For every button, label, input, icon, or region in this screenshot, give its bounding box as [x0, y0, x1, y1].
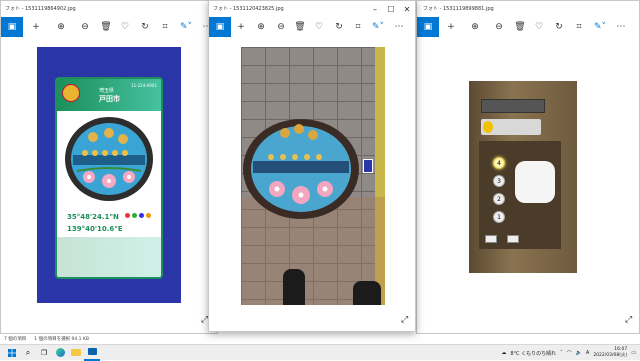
- manhole-card: 11-224-A001 埼玉県 戸田市 35°48'24.1"N 139°40'…: [55, 77, 163, 279]
- weather-info[interactable]: 8°C くもりのち晴れ: [510, 350, 556, 357]
- clock[interactable]: 16:07 2022/03/08(火): [593, 347, 627, 359]
- explorer-status-bar: 7 個の項目 1 個の項目を選択 94.1 KB: [0, 334, 89, 344]
- window-title: フォト - 1531119899881.jpg: [423, 6, 494, 12]
- photo-elevator-panel: 4 3 2 1: [469, 81, 577, 273]
- favorite-icon[interactable]: ♡: [529, 17, 549, 37]
- door-open-icon: [485, 235, 497, 243]
- floor-button-3[interactable]: 3: [493, 175, 505, 187]
- fullscreen-icon[interactable]: ⤢: [625, 315, 632, 325]
- view-icon[interactable]: ▣: [209, 17, 231, 37]
- clock-date: 2022/03/08(火): [593, 353, 628, 358]
- notifications-icon[interactable]: ▭: [631, 350, 636, 356]
- card-latitude: 35°48'24.1"N: [67, 213, 119, 221]
- minimize-icon[interactable]: –: [367, 1, 383, 17]
- zoom-out-icon[interactable]: ⊖: [271, 17, 291, 37]
- delete-icon[interactable]: 🗑: [511, 17, 529, 37]
- photo-manhole-card: 11-224-A001 埼玉県 戸田市 35°48'24.1"N 139°40'…: [37, 47, 181, 303]
- zoom-in-icon[interactable]: ⊕: [251, 17, 271, 37]
- ime-indicator[interactable]: A: [586, 350, 589, 356]
- title-bar[interactable]: フォト - 1531120423825.jpg – ☐ ✕: [209, 1, 415, 17]
- taskbar: ⌕ ❐ ☁ 8°C くもりのち晴れ ˄ ⌒ 🔈 A 16:07 2022/03/…: [0, 344, 640, 361]
- close-icon[interactable]: ✕: [399, 1, 415, 17]
- zoom-out-icon[interactable]: ⊖: [73, 17, 97, 37]
- zoom-in-icon[interactable]: ⊕: [463, 17, 487, 37]
- toolbar: ▣ + ⊕ ⊖ 🗑 ♡ ↻ ⌗ ✎˅ ⋯: [417, 17, 639, 37]
- delete-icon[interactable]: 🗑: [291, 17, 309, 37]
- card-code: 11-224-A001: [131, 83, 157, 88]
- fullscreen-icon[interactable]: ⤢: [401, 315, 408, 325]
- edit-icon[interactable]: ✎˅: [589, 17, 611, 37]
- window-title: フォト - 1531119864902.jpg: [5, 6, 76, 12]
- manhole-card-small: [363, 159, 373, 173]
- floor-button-1[interactable]: 1: [493, 211, 505, 223]
- toolbar: ▣ + ⊕ ⊖ 🗑 ♡ ↻ ⌗ ✎˅ ⋯: [1, 17, 217, 37]
- photos-window-left[interactable]: フォト - 1531119864902.jpg ▣ + ⊕ ⊖ 🗑 ♡ ↻ ⌗ …: [0, 0, 218, 334]
- card-city: 戸田市: [99, 95, 120, 103]
- manhole-cover-image: [243, 119, 359, 219]
- windows-start-icon[interactable]: [4, 345, 20, 361]
- maximize-icon[interactable]: ☐: [383, 1, 399, 17]
- city-emblem-icon: [62, 84, 80, 102]
- shoe-left: [283, 269, 305, 305]
- system-tray: ☁ 8°C くもりのち晴れ ˄ ⌒ 🔈 A 16:07 2022/03/08(火…: [501, 345, 636, 361]
- photos-window-center[interactable]: フォト - 1531120423825.jpg – ☐ ✕ ▣ + ⊕ ⊖ 🗑 …: [208, 0, 416, 332]
- door-close-icon: [507, 235, 519, 243]
- crop-icon[interactable]: ⌗: [155, 17, 175, 37]
- view-icon[interactable]: ▣: [1, 17, 23, 37]
- edge-browser-icon[interactable]: [52, 345, 68, 361]
- floor-button-2[interactable]: 2: [493, 193, 505, 205]
- sticker-paper: [515, 161, 555, 203]
- card-longitude: 139°40'10.6"E: [67, 225, 123, 233]
- shoe-right: [353, 281, 381, 305]
- search-icon[interactable]: ⌕: [20, 345, 36, 361]
- title-bar[interactable]: フォト - 1531119864902.jpg: [1, 1, 217, 17]
- network-icon[interactable]: ⌒: [567, 350, 572, 357]
- add-icon[interactable]: +: [23, 17, 49, 37]
- edit-icon[interactable]: ✎˅: [367, 17, 389, 37]
- add-icon[interactable]: +: [231, 17, 251, 37]
- crop-icon[interactable]: ⌗: [349, 17, 367, 37]
- floor-button-4[interactable]: 4: [493, 157, 505, 169]
- volume-icon[interactable]: 🔈: [576, 350, 582, 356]
- toolbar: ▣ + ⊕ ⊖ 🗑 ♡ ↻ ⌗ ✎˅ ⋯: [209, 17, 415, 37]
- favorite-icon[interactable]: ♡: [115, 17, 135, 37]
- manhole-cover-image: [65, 117, 153, 201]
- card-prefecture: 埼玉県: [99, 88, 115, 94]
- zoom-out-icon[interactable]: ⊖: [487, 17, 511, 37]
- zoom-in-icon[interactable]: ⊕: [49, 17, 73, 37]
- floor-buttons: 4 3 2 1: [493, 157, 505, 223]
- rotate-icon[interactable]: ↻: [549, 17, 569, 37]
- file-explorer-icon[interactable]: [68, 345, 84, 361]
- photos-window-right[interactable]: フォト - 1531119899881.jpg ▣ + ⊕ ⊖ 🗑 ♡ ↻ ⌗ …: [416, 0, 640, 334]
- window-title: フォト - 1531120423825.jpg: [213, 6, 284, 12]
- add-icon[interactable]: +: [439, 17, 463, 37]
- photos-app-icon[interactable]: [84, 345, 100, 361]
- view-icon[interactable]: ▣: [417, 17, 439, 37]
- more-icon[interactable]: ⋯: [389, 17, 409, 37]
- crop-icon[interactable]: ⌗: [569, 17, 589, 37]
- photo-manhole-pavement: [241, 47, 385, 305]
- card-badge-icons: [125, 213, 151, 218]
- selection-info: 1 個の項目を選択 94.1 KB: [34, 337, 90, 342]
- tray-chevron-icon[interactable]: ˄: [560, 350, 563, 356]
- task-view-icon[interactable]: ❐: [36, 345, 52, 361]
- more-icon[interactable]: ⋯: [611, 17, 631, 37]
- title-bar[interactable]: フォト - 1531119899881.jpg: [417, 1, 639, 17]
- delete-icon[interactable]: 🗑: [97, 17, 115, 37]
- weather-icon: ☁: [501, 350, 507, 356]
- item-count: 7 個の項目: [4, 337, 27, 342]
- favorite-icon[interactable]: ♡: [309, 17, 329, 37]
- rotate-icon[interactable]: ↻: [329, 17, 349, 37]
- emergency-icon: [483, 121, 493, 133]
- rotate-icon[interactable]: ↻: [135, 17, 155, 37]
- edit-icon[interactable]: ✎˅: [175, 17, 197, 37]
